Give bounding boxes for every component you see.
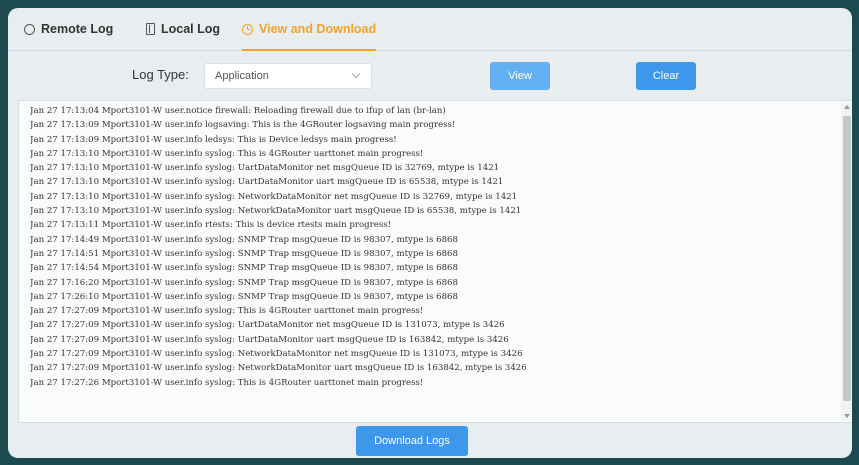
log-line: Jan 27 17:13:11 Mport3101-W user.info rt… bbox=[30, 220, 392, 231]
log-line: Jan 27 17:13:10 Mport3101-W user.info sy… bbox=[30, 191, 518, 202]
log-line: Jan 27 17:13:04 Mport3101-W user.notice … bbox=[30, 106, 446, 116]
tab-local-log-label: Local Log bbox=[161, 22, 221, 36]
tab-view-and-download[interactable]: View and Download bbox=[242, 8, 377, 51]
log-line: Jan 27 17:13:10 Mport3101-W user.info sy… bbox=[30, 206, 522, 217]
view-button[interactable]: View bbox=[490, 62, 550, 90]
tab-remote-log[interactable]: Remote Log bbox=[24, 8, 113, 50]
document-icon bbox=[146, 23, 155, 35]
log-line: Jan 27 17:13:10 Mport3101-W user.info sy… bbox=[30, 148, 424, 159]
chevron-down-icon bbox=[351, 69, 361, 79]
log-line: Jan 27 17:16:20 Mport3101-W user.info sy… bbox=[30, 277, 458, 288]
log-line: Jan 27 17:26:10 Mport3101-W user.info sy… bbox=[30, 291, 458, 302]
log-line: Jan 27 17:13:10 Mport3101-W user.info sy… bbox=[30, 177, 504, 188]
circle-icon bbox=[24, 23, 35, 35]
log-scrollbar[interactable] bbox=[841, 102, 852, 421]
log-line: Jan 27 17:14:54 Mport3101-W user.info sy… bbox=[30, 263, 458, 274]
log-line: Jan 27 17:14:51 Mport3101-W user.info sy… bbox=[30, 248, 458, 259]
log-line: Jan 27 17:13:09 Mport3101-W user.info le… bbox=[30, 134, 397, 145]
tab-bar: Remote Log Local Log View and Download bbox=[8, 8, 852, 51]
tab-local-log[interactable]: Local Log bbox=[146, 8, 220, 50]
scroll-up-arrow-icon[interactable] bbox=[844, 105, 850, 109]
clock-icon bbox=[242, 23, 253, 35]
tab-view-and-download-label: View and Download bbox=[259, 22, 377, 36]
log-line: Jan 27 17:27:09 Mport3101-W user.info sy… bbox=[30, 320, 505, 331]
log-panel: Remote Log Local Log View and Download L… bbox=[8, 8, 852, 458]
log-line: Jan 27 17:27:09 Mport3101-W user.info sy… bbox=[30, 363, 527, 374]
log-type-select[interactable]: Application bbox=[204, 63, 372, 89]
log-type-label: Log Type: bbox=[132, 67, 189, 82]
log-type-selected-value: Application bbox=[215, 70, 269, 82]
download-logs-button[interactable]: Download Logs bbox=[356, 426, 468, 456]
log-line: Jan 27 17:27:09 Mport3101-W user.info sy… bbox=[30, 349, 523, 360]
tab-remote-log-label: Remote Log bbox=[41, 22, 114, 36]
log-line: Jan 27 17:27:09 Mport3101-W user.info sy… bbox=[30, 306, 424, 317]
log-lines: Jan 27 17:13:04 Mport3101-W user.notice … bbox=[30, 104, 834, 390]
scroll-thumb[interactable] bbox=[843, 116, 851, 401]
log-textarea[interactable]: Jan 27 17:13:04 Mport3101-W user.notice … bbox=[18, 100, 852, 423]
log-line: Jan 27 17:27:26 Mport3101-W user.info sy… bbox=[30, 377, 424, 388]
log-line: Jan 27 17:14:49 Mport3101-W user.info sy… bbox=[30, 234, 458, 245]
clear-button[interactable]: Clear bbox=[636, 62, 696, 90]
scroll-down-arrow-icon[interactable] bbox=[844, 414, 850, 418]
log-line: Jan 27 17:27:09 Mport3101-W user.info sy… bbox=[30, 334, 509, 345]
log-line: Jan 27 17:13:10 Mport3101-W user.info sy… bbox=[30, 163, 500, 174]
log-line: Jan 27 17:13:09 Mport3101-W user.info lo… bbox=[30, 120, 456, 131]
